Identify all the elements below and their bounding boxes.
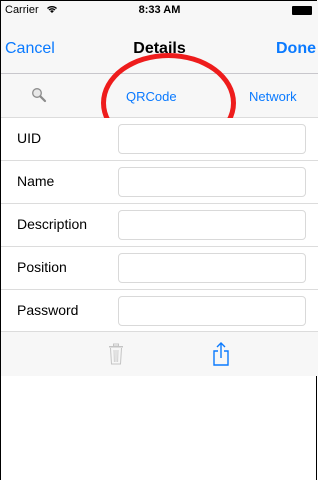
uid-field[interactable] (118, 124, 306, 154)
qrcode-tab[interactable]: QRCode (126, 89, 177, 104)
position-row: Position (1, 247, 318, 290)
password-field[interactable] (118, 296, 306, 326)
network-tab[interactable]: Network (249, 89, 297, 104)
battery-icon (292, 6, 312, 15)
status-bar: Carrier 8:33 AM (1, 1, 318, 21)
name-field[interactable] (118, 167, 306, 197)
position-field[interactable] (118, 253, 306, 283)
name-row: Name (1, 161, 318, 204)
description-label: Description (17, 216, 88, 232)
search-icon[interactable] (31, 87, 47, 103)
scan-mode-bar: QRCode Network (1, 74, 318, 118)
description-row: Description (1, 204, 318, 247)
uid-row: UID (1, 118, 318, 161)
status-time: 8:33 AM (138, 4, 181, 16)
bottom-toolbar (1, 331, 318, 376)
uid-label: UID (17, 130, 42, 146)
password-label: Password (17, 302, 79, 318)
description-field[interactable] (118, 210, 306, 240)
share-icon[interactable] (211, 341, 231, 367)
page-title: Details (133, 40, 186, 57)
done-button[interactable]: Done (276, 40, 316, 58)
position-label: Position (17, 259, 67, 275)
name-label: Name (17, 173, 55, 189)
password-row: Password (1, 290, 318, 333)
trash-icon[interactable] (108, 343, 124, 365)
navigation-bar: Cancel Details Done (1, 21, 318, 74)
app-frame: Carrier 8:33 AM Cancel Details Done QRCo… (0, 0, 318, 480)
